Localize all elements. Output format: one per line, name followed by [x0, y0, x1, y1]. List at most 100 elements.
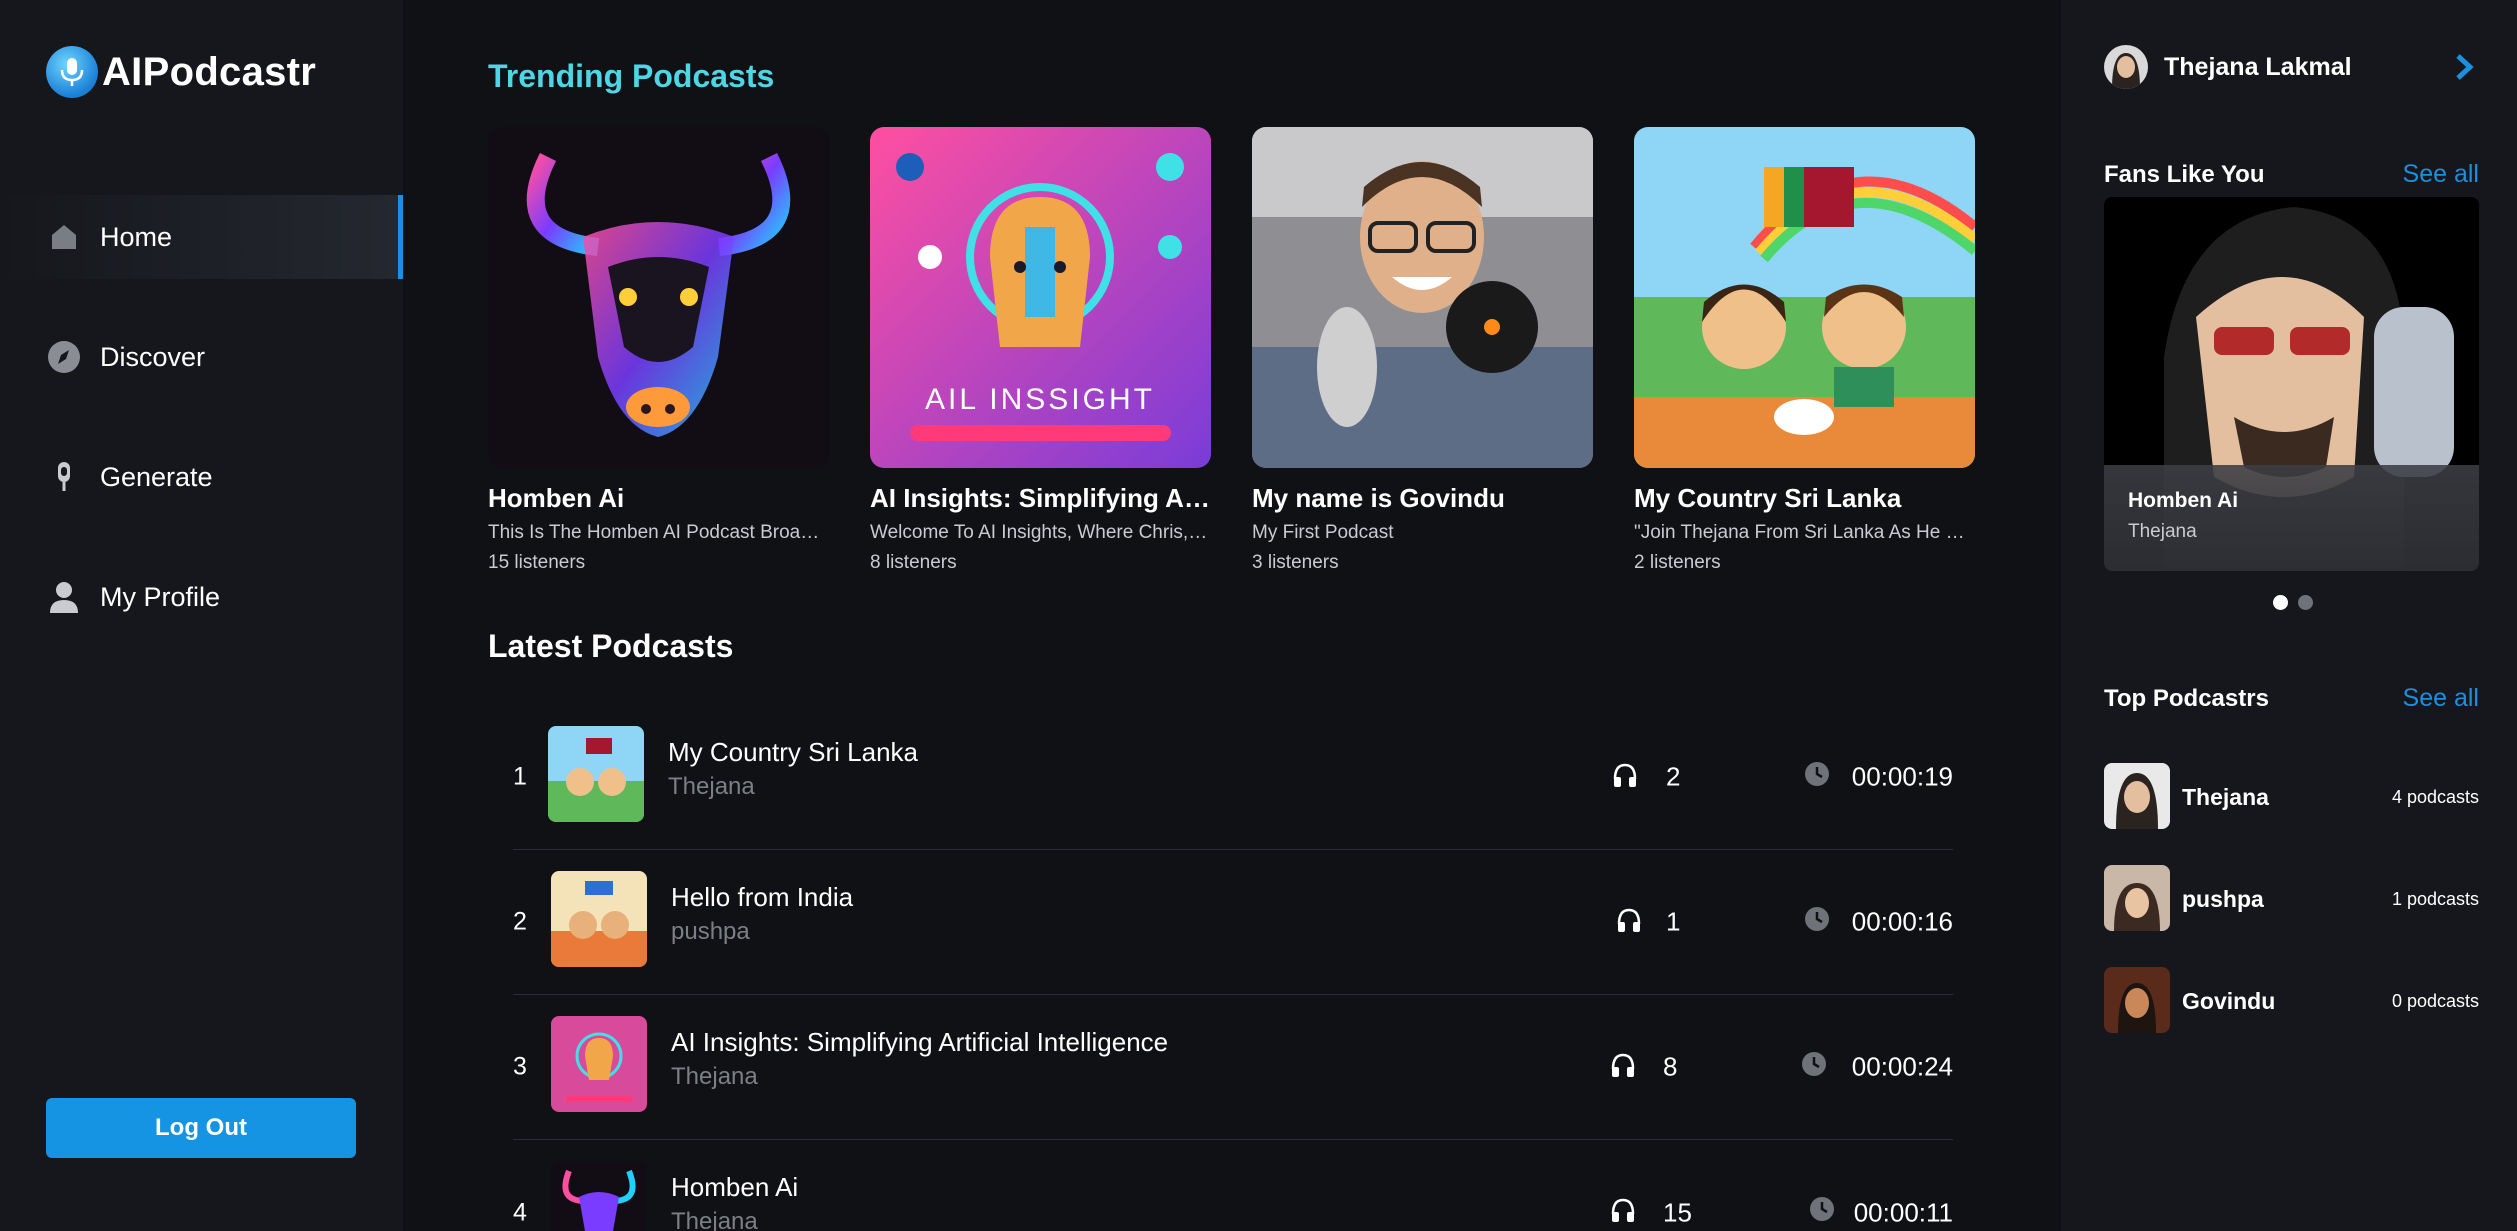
current-user[interactable]: Thejana Lakmal — [2104, 45, 2352, 89]
headphones-icon — [1617, 908, 1641, 932]
fans-podcast-author: Thejana — [2128, 521, 2197, 542]
podcast-card-listeners: 3 listeners — [1252, 552, 1339, 573]
carousel-dot[interactable] — [2273, 595, 2288, 610]
podcast-thumbnail — [551, 1016, 647, 1112]
user-name: Thejana Lakmal — [2164, 52, 2352, 81]
podcast-card-title: Homben Ai — [488, 483, 625, 513]
podcast-card-listeners: 2 listeners — [1634, 552, 1721, 573]
fans-title: Fans Like You — [2104, 160, 2265, 188]
avatar — [2104, 45, 2148, 89]
logout-button[interactable]: Log Out — [46, 1098, 356, 1158]
row-author: Thejana — [671, 1063, 758, 1090]
top-podcasters-list: Thejana 4 podcasts pushpa 1 podcasts Gov… — [2104, 763, 2479, 1069]
podcast-card[interactable]: Homben Ai This Is The Homben AI Podcast … — [488, 127, 829, 574]
user-icon — [46, 579, 82, 615]
podcast-artwork — [1634, 127, 1975, 468]
chevron-right-icon[interactable] — [2452, 53, 2476, 81]
clock-icon — [1810, 1197, 1834, 1221]
podcast-card-title: My name is Govindu — [1252, 483, 1505, 513]
trending-cards: Homben Ai This Is The Homben AI Podcast … — [488, 127, 1975, 574]
podcaster-name: Thejana — [2182, 784, 2269, 810]
artwork-text: AIL INSSIGHT — [925, 383, 1155, 416]
main-content: Trending Podcasts Homben Ai This Is The … — [403, 0, 2061, 1231]
top-podcasters-title: Top Podcastrs — [2104, 684, 2269, 712]
list-item[interactable]: Govindu 0 podcasts — [2104, 967, 2479, 1069]
podcaster-count: 1 podcasts — [2391, 889, 2479, 909]
podcast-artwork: AIL INSSIGHT — [870, 127, 1211, 468]
podcast-card[interactable]: AIL INSSIGHT AI Insights: Simplifying Ar… — [870, 127, 1211, 574]
row-listeners: 8 — [1663, 1051, 1678, 1082]
podcast-card-description: "Join Thejana From Sri Lanka As He Share… — [1634, 522, 1975, 543]
podcaster-name: Govindu — [2182, 988, 2276, 1014]
fans-carousel-card[interactable]: Homben Ai Thejana — [2104, 197, 2479, 571]
nav-label-home: Home — [100, 221, 173, 252]
clock-icon — [1805, 907, 1829, 931]
fans-header: Fans Like You See all — [2104, 160, 2479, 189]
row-number: 4 — [513, 1198, 527, 1226]
table-row[interactable]: 3 AI Insights: Simplifying Artificial In… — [513, 995, 1953, 1140]
list-item[interactable]: pushpa 1 podcasts — [2104, 865, 2479, 967]
table-row[interactable]: 4 Homben Ai Thejana 15 00:00:11 — [513, 1140, 1953, 1231]
podcast-thumbnail — [551, 1161, 647, 1231]
podcast-card-listeners: 15 listeners — [488, 552, 586, 573]
row-title: AI Insights: Simplifying Artificial Inte… — [671, 1027, 1169, 1057]
nav-label-discover: Discover — [100, 341, 206, 372]
podcast-artwork — [1252, 127, 1593, 468]
nav-item-generate[interactable]: Generate — [0, 435, 403, 519]
main-nav: Home Discover Generate My Profile — [0, 195, 403, 675]
microphone-icon — [46, 459, 82, 495]
row-duration: 00:00:16 — [1851, 906, 1953, 937]
avatar — [2104, 763, 2170, 829]
home-icon — [46, 219, 82, 255]
table-row[interactable]: 2 Hello from India pushpa 1 00:00:16 — [513, 850, 1953, 995]
row-title: Hello from India — [671, 882, 854, 912]
nav-item-my-profile[interactable]: My Profile — [0, 555, 403, 639]
latest-title: Latest Podcasts — [488, 628, 734, 664]
row-title: My Country Sri Lanka — [668, 737, 918, 767]
podcaster-count: 4 podcasts — [2391, 787, 2479, 807]
nav-item-discover[interactable]: Discover — [0, 315, 403, 399]
fans-caption: Homben Ai Thejana — [2104, 465, 2479, 571]
top-podcasters-see-all-link[interactable]: See all — [2403, 684, 2479, 713]
podcast-thumbnail — [548, 726, 644, 822]
podcast-card[interactable]: My Country Sri Lanka "Join Thejana From … — [1634, 127, 1975, 574]
row-title: Homben Ai — [671, 1172, 799, 1202]
row-number: 1 — [513, 762, 527, 791]
row-number: 3 — [513, 1052, 527, 1081]
avatar — [2104, 865, 2170, 931]
podcast-card-description: This Is The Homben AI Podcast Broadcasti… — [488, 522, 829, 543]
row-duration: 00:00:11 — [1853, 1197, 1953, 1227]
table-row[interactable]: 1 My Country Sri Lanka Thejana 2 00:00:1… — [513, 705, 1953, 850]
carousel-dot[interactable] — [2298, 595, 2313, 610]
row-listeners: 2 — [1666, 761, 1681, 792]
top-podcasters-header: Top Podcastrs See all — [2104, 684, 2479, 713]
trending-title: Trending Podcasts — [488, 58, 775, 94]
clock-icon — [1802, 1052, 1826, 1076]
podcaster-count: 0 podcasts — [2391, 991, 2479, 1011]
clock-icon — [1805, 762, 1829, 786]
fans-see-all-link[interactable]: See all — [2403, 160, 2479, 189]
list-item[interactable]: Thejana 4 podcasts — [2104, 763, 2479, 865]
row-author: Thejana — [668, 773, 755, 800]
app-logo[interactable]: AIPodcastr — [46, 46, 316, 98]
nav-label-generate: Generate — [100, 461, 213, 492]
headphones-icon — [1611, 1053, 1635, 1077]
row-author: Thejana — [671, 1208, 758, 1231]
compass-icon — [46, 339, 82, 375]
podcast-card-description: My First Podcast — [1252, 522, 1394, 543]
nav-item-home[interactable]: Home — [0, 195, 403, 279]
app-name: AIPodcastr — [102, 49, 317, 94]
podcast-card[interactable]: My name is Govindu My First Podcast 3 li… — [1252, 127, 1593, 574]
podcast-thumbnail — [551, 871, 647, 967]
podcast-artwork — [488, 127, 829, 468]
podcast-card-title: AI Insights: Simplifying Artificial Inte… — [870, 483, 1211, 513]
nav-label-my-profile: My Profile — [100, 581, 221, 612]
row-duration: 00:00:24 — [1851, 1051, 1953, 1082]
left-sidebar: AIPodcastr Home Discover Generate My Pro… — [0, 0, 403, 1231]
latest-podcasts-list: 1 My Country Sri Lanka Thejana 2 00:00:1… — [513, 705, 1953, 1231]
podcast-card-description: Welcome To AI Insights, Where Chris, Ale… — [870, 522, 1211, 543]
right-sidebar: Thejana Lakmal Fans Like You See all Hom… — [2061, 0, 2517, 1231]
row-listeners: 15 — [1663, 1197, 1692, 1227]
podcaster-name: pushpa — [2182, 886, 2264, 912]
row-number: 2 — [513, 907, 527, 936]
